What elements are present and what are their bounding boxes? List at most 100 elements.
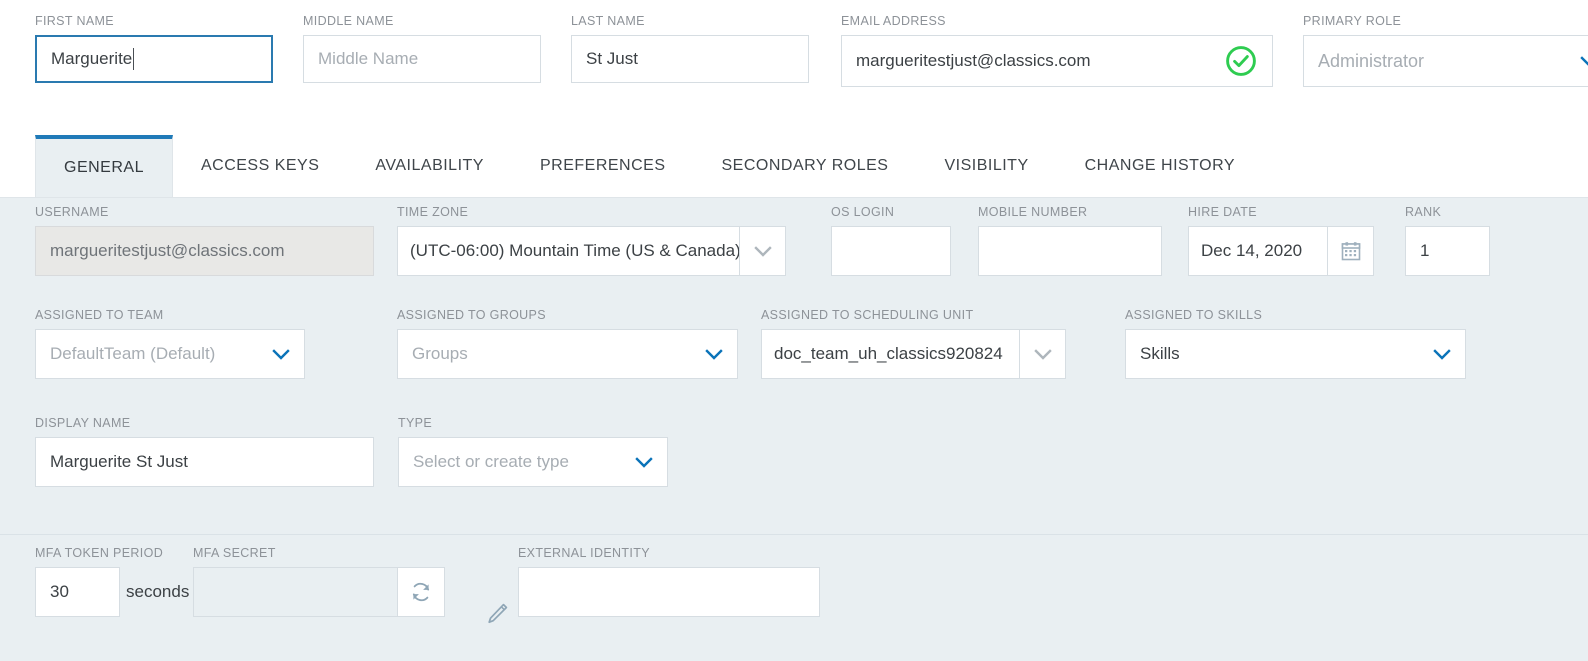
assigned-groups-select[interactable]: Groups (397, 329, 738, 379)
mfa-section: MFA TOKEN PERIOD 30 seconds MFA SECRET E… (0, 534, 1588, 661)
first-name-input[interactable]: Marguerite (35, 35, 273, 83)
chevron-down-icon (1433, 348, 1451, 360)
external-identity-edit-button[interactable] (480, 597, 514, 631)
tab-preferences[interactable]: PREFERENCES (512, 135, 694, 197)
primary-role-label: PRIMARY ROLE (1303, 14, 1402, 28)
middle-name-placeholder: Middle Name (318, 49, 419, 68)
assigned-team-field-group: ASSIGNED TO TEAM DefaultTeam (Default) (35, 308, 305, 379)
identity-header: FIRST NAME Marguerite MIDDLE NAME Middle… (0, 0, 1588, 112)
time-zone-dropdown-button[interactable] (739, 226, 786, 276)
hire-date-value[interactable]: Dec 14, 2020 (1188, 226, 1327, 276)
rank-input[interactable]: 1 (1405, 226, 1490, 276)
chevron-down-icon (1580, 55, 1588, 66)
mfa-secret-input (193, 567, 398, 617)
rank-field-group: RANK 1 (1405, 205, 1490, 276)
tab-visibility[interactable]: VISIBILITY (916, 135, 1056, 197)
assigned-groups-label: ASSIGNED TO GROUPS (397, 308, 546, 322)
mfa-token-period-value: 30 (50, 582, 69, 601)
first-name-field-group: FIRST NAME Marguerite (35, 14, 273, 83)
last-name-label: LAST NAME (571, 14, 645, 28)
scheduling-unit-field-group: ASSIGNED TO SCHEDULING UNIT doc_team_uh_… (761, 308, 1066, 379)
chevron-down-icon (635, 456, 653, 468)
time-zone-field-group: TIME ZONE (UTC-06:00) Mountain Time (US … (397, 205, 786, 276)
text-caret (133, 48, 135, 70)
middle-name-field-group: MIDDLE NAME Middle Name (303, 14, 541, 83)
hire-date-field-group: HIRE DATE Dec 14, 2020 (1188, 205, 1374, 276)
email-address-label: EMAIL ADDRESS (841, 14, 946, 28)
middle-name-label: MIDDLE NAME (303, 14, 394, 28)
mfa-token-period-field-group: MFA TOKEN PERIOD 30 seconds (35, 546, 189, 617)
chevron-down-icon (1033, 348, 1052, 360)
mfa-token-period-unit: seconds (126, 582, 190, 601)
assigned-skills-field-group: ASSIGNED TO SKILLS Skills (1125, 308, 1466, 379)
mobile-number-field-group: MOBILE NUMBER (978, 205, 1162, 276)
primary-role-value: Administrator (1318, 50, 1425, 71)
display-name-label: DISPLAY NAME (35, 416, 131, 430)
external-identity-input[interactable] (518, 567, 820, 617)
assigned-groups-value: Groups (412, 344, 468, 363)
first-name-label: FIRST NAME (35, 14, 114, 28)
mfa-token-period-label: MFA TOKEN PERIOD (35, 546, 164, 560)
email-address-value: margueritestjust@classics.com (856, 51, 1091, 70)
external-identity-label: EXTERNAL IDENTITY (518, 546, 650, 560)
calendar-button[interactable] (1327, 226, 1374, 276)
rank-label: RANK (1405, 205, 1442, 219)
scheduling-unit-value[interactable]: doc_team_uh_classics920824 (761, 329, 1019, 379)
mfa-secret-refresh-button[interactable] (398, 567, 445, 617)
scheduling-unit-dropdown-button[interactable] (1019, 329, 1066, 379)
tab-general[interactable]: GENERAL (35, 135, 173, 197)
display-name-input[interactable]: Marguerite St Just (35, 437, 374, 487)
mfa-token-period-input[interactable]: 30 (35, 567, 120, 617)
mfa-secret-label: MFA SECRET (193, 546, 276, 560)
check-circle-icon (1226, 46, 1256, 76)
os-login-field-group: OS LOGIN (831, 205, 951, 276)
user-profile-page: FIRST NAME Marguerite MIDDLE NAME Middle… (0, 0, 1588, 661)
type-field-group: TYPE Select or create type (398, 416, 668, 487)
scheduling-unit-label: ASSIGNED TO SCHEDULING UNIT (761, 308, 974, 322)
chevron-down-icon (272, 348, 290, 360)
os-login-input[interactable] (831, 226, 951, 276)
tab-availability[interactable]: AVAILABILITY (347, 135, 512, 197)
display-name-value: Marguerite St Just (50, 452, 188, 471)
tab-change-history[interactable]: CHANGE HISTORY (1057, 135, 1263, 197)
username-input: margueritestjust@classics.com (35, 226, 374, 276)
assigned-skills-value: Skills (1140, 344, 1180, 363)
general-tab-panel: USERNAME margueritestjust@classics.com T… (0, 198, 1588, 534)
tab-bar: GENERAL ACCESS KEYS AVAILABILITY PREFERE… (0, 112, 1588, 198)
email-address-input[interactable]: margueritestjust@classics.com (841, 35, 1273, 87)
hire-date-label: HIRE DATE (1188, 205, 1257, 219)
assigned-team-label: ASSIGNED TO TEAM (35, 308, 164, 322)
scheduling-unit-select[interactable]: doc_team_uh_classics920824 (761, 329, 1066, 379)
last-name-value: St Just (586, 49, 638, 68)
calendar-icon (1341, 242, 1360, 261)
mfa-secret-field-group: MFA SECRET (193, 546, 445, 617)
hire-date-control[interactable]: Dec 14, 2020 (1188, 226, 1374, 276)
chevron-down-icon (753, 245, 772, 257)
time-zone-label: TIME ZONE (397, 205, 469, 219)
tab-secondary-roles[interactable]: SECONDARY ROLES (694, 135, 917, 197)
type-select[interactable]: Select or create type (398, 437, 668, 487)
last-name-field-group: LAST NAME St Just (571, 14, 809, 83)
time-zone-select[interactable]: (UTC-06:00) Mountain Time (US & Canada) (397, 226, 786, 276)
tab-access-keys[interactable]: ACCESS KEYS (173, 135, 347, 197)
assigned-groups-field-group: ASSIGNED TO GROUPS Groups (397, 308, 738, 379)
refresh-icon (412, 582, 430, 602)
primary-role-select[interactable]: Administrator (1303, 35, 1588, 87)
os-login-label: OS LOGIN (831, 205, 895, 219)
email-address-field-group: EMAIL ADDRESS margueritestjust@classics.… (841, 14, 1273, 87)
type-label: TYPE (398, 416, 433, 430)
display-name-field-group: DISPLAY NAME Marguerite St Just (35, 416, 374, 487)
username-label: USERNAME (35, 205, 109, 219)
chevron-down-icon (705, 348, 723, 360)
assigned-team-value: DefaultTeam (Default) (50, 344, 216, 363)
assigned-skills-select[interactable]: Skills (1125, 329, 1466, 379)
mobile-number-input[interactable] (978, 226, 1162, 276)
assigned-team-select[interactable]: DefaultTeam (Default) (35, 329, 305, 379)
last-name-input[interactable]: St Just (571, 35, 809, 83)
rank-value: 1 (1420, 241, 1430, 260)
mobile-number-label: MOBILE NUMBER (978, 205, 1088, 219)
primary-role-field-group: PRIMARY ROLE Administrator (1303, 14, 1588, 87)
middle-name-input[interactable]: Middle Name (303, 35, 541, 83)
time-zone-value[interactable]: (UTC-06:00) Mountain Time (US & Canada) (397, 226, 739, 276)
external-identity-field-group: EXTERNAL IDENTITY (518, 546, 820, 617)
